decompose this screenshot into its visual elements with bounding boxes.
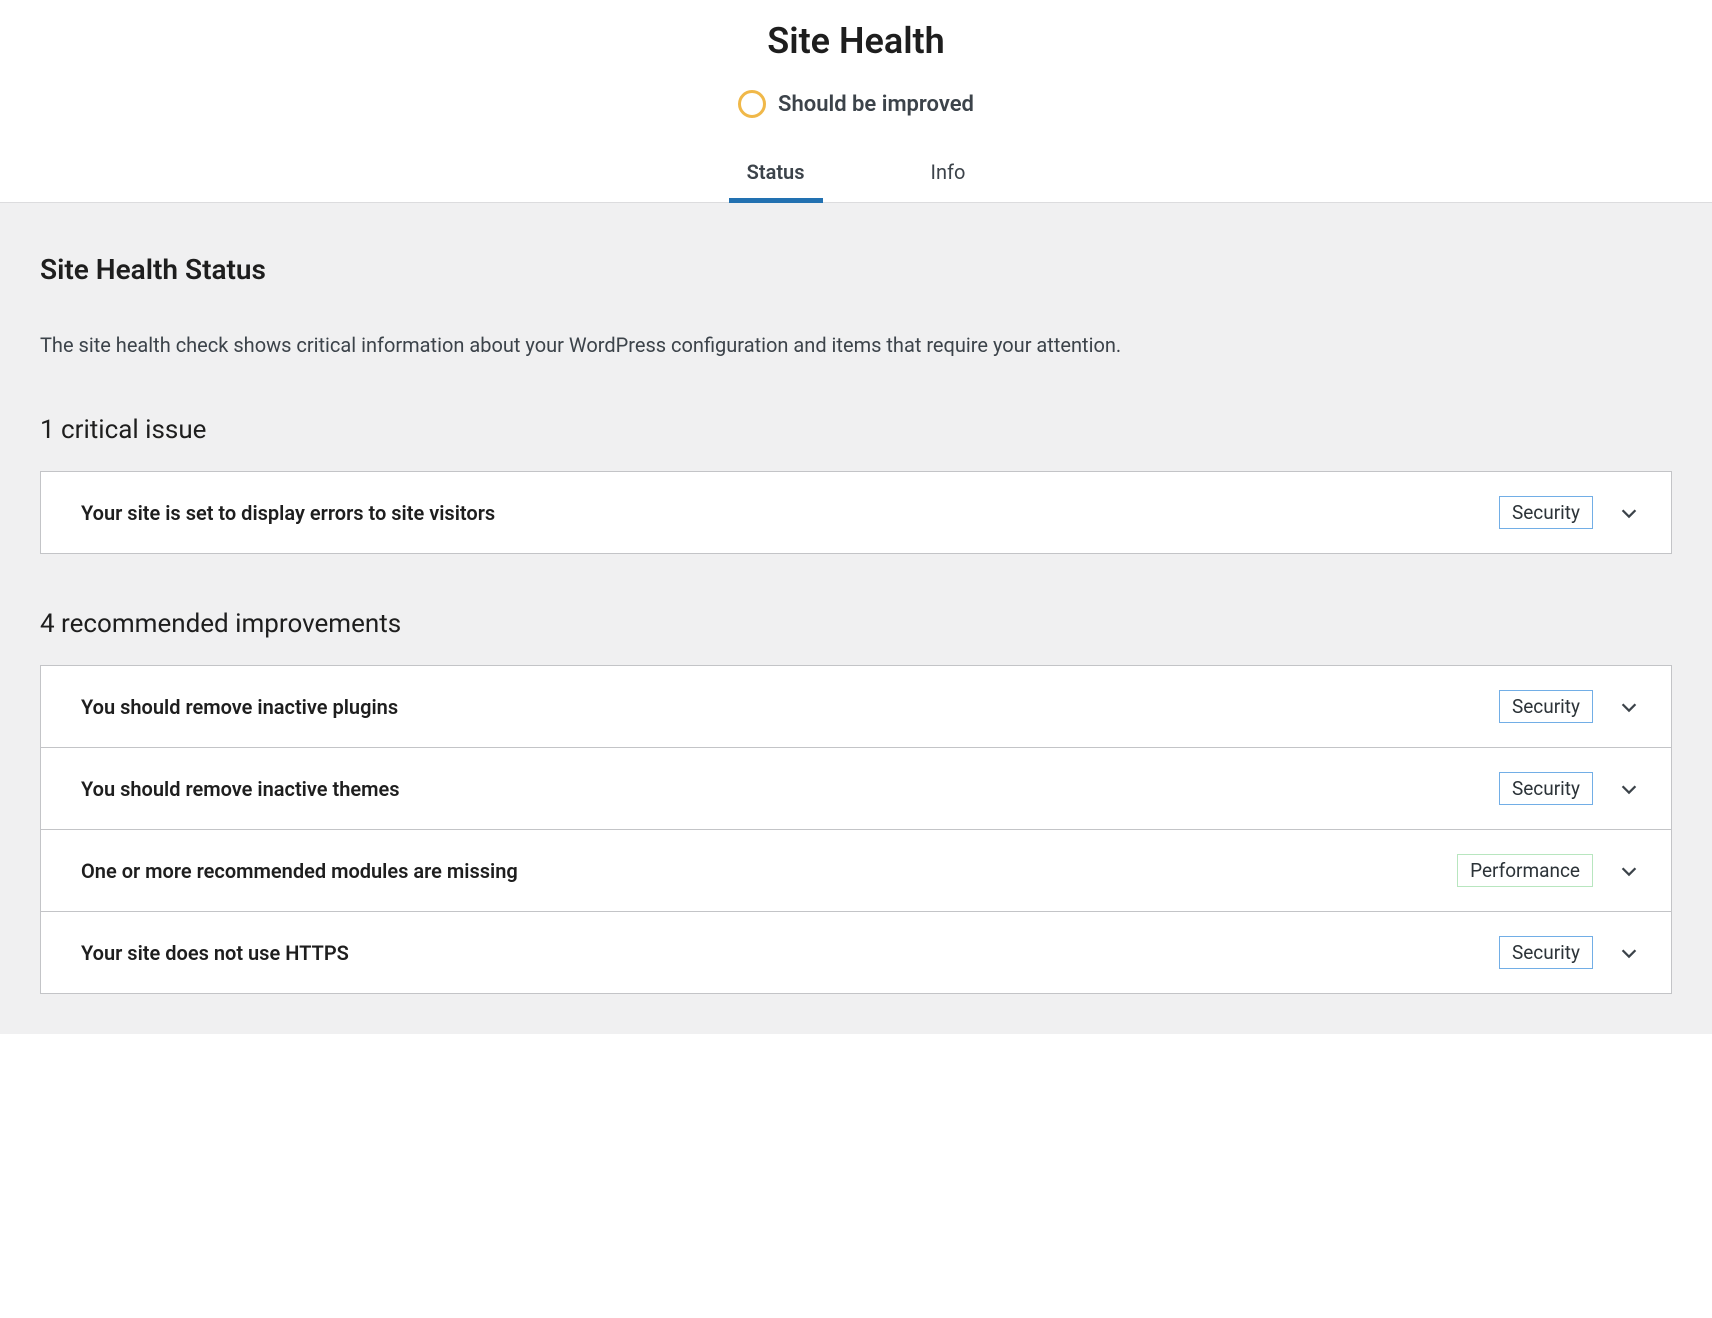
issue-item[interactable]: One or more recommended modules are miss… — [41, 830, 1671, 912]
issue-title: Your site is set to display errors to si… — [81, 501, 495, 525]
issue-right: Security — [1499, 496, 1641, 529]
badge-performance: Performance — [1457, 854, 1593, 887]
issue-right: Security — [1499, 772, 1641, 805]
badge-security: Security — [1499, 690, 1593, 723]
badge-security: Security — [1499, 936, 1593, 969]
section-title: Site Health Status — [40, 253, 1672, 286]
issue-right: Performance — [1457, 854, 1641, 887]
status-indicator: Should be improved — [0, 90, 1712, 118]
badge-security: Security — [1499, 496, 1593, 529]
recommended-heading: 4 recommended improvements — [40, 609, 1672, 639]
issue-title: You should remove inactive plugins — [81, 695, 398, 719]
issue-item[interactable]: You should remove inactive themes Securi… — [41, 748, 1671, 830]
chevron-down-icon — [1617, 777, 1641, 801]
chevron-down-icon — [1617, 941, 1641, 965]
issue-right: Security — [1499, 690, 1641, 723]
issue-item[interactable]: Your site is set to display errors to si… — [41, 472, 1671, 553]
critical-heading: 1 critical issue — [40, 415, 1672, 445]
tab-status[interactable]: Status — [729, 146, 823, 203]
status-text: Should be improved — [778, 92, 974, 117]
issue-right: Security — [1499, 936, 1641, 969]
content-section: Site Health Status The site health check… — [0, 203, 1712, 1034]
recommended-issue-list: You should remove inactive plugins Secur… — [40, 665, 1672, 994]
issue-item[interactable]: Your site does not use HTTPS Security — [41, 912, 1671, 993]
badge-security: Security — [1499, 772, 1593, 805]
critical-issue-list: Your site is set to display errors to si… — [40, 471, 1672, 554]
issue-item[interactable]: You should remove inactive plugins Secur… — [41, 666, 1671, 748]
section-description: The site health check shows critical inf… — [40, 330, 1672, 360]
issue-title: Your site does not use HTTPS — [81, 941, 349, 965]
chevron-down-icon — [1617, 695, 1641, 719]
issue-title: One or more recommended modules are miss… — [81, 859, 518, 883]
header-section: Site Health Should be improved Status In… — [0, 0, 1712, 203]
status-progress-icon — [738, 90, 766, 118]
chevron-down-icon — [1617, 501, 1641, 525]
chevron-down-icon — [1617, 859, 1641, 883]
issue-title: You should remove inactive themes — [81, 777, 400, 801]
tab-info[interactable]: Info — [913, 146, 984, 202]
page-title: Site Health — [0, 20, 1712, 62]
tabs-nav: Status Info — [0, 146, 1712, 203]
